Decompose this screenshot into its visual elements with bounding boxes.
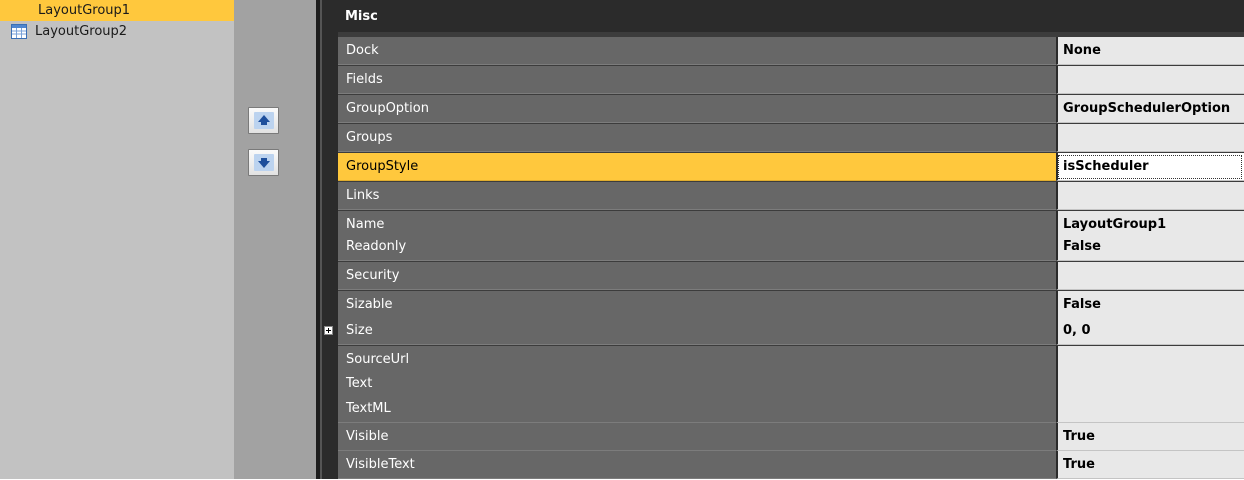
order-buttons-column (234, 0, 316, 479)
layout-group-icon (11, 24, 27, 39)
tree-item-label: LayoutGroup1 (38, 3, 131, 18)
property-row-dock[interactable]: Dock None (338, 37, 1244, 66)
property-value[interactable] (1056, 370, 1244, 398)
property-row-textml[interactable]: TextML (338, 395, 1244, 424)
property-value[interactable] (1056, 262, 1244, 290)
grid-margin (322, 0, 338, 479)
property-row-links[interactable]: Links (338, 182, 1244, 211)
property-row-sizable[interactable]: Sizable False (338, 291, 1244, 320)
property-row-fields[interactable]: Fields (338, 66, 1244, 95)
move-up-button[interactable] (248, 107, 279, 134)
property-value[interactable]: GroupSchedulerOption (1056, 95, 1244, 123)
property-name: GroupStyle (338, 153, 1056, 181)
property-name: Security (338, 262, 1056, 290)
property-name: Visible (338, 423, 1056, 451)
category-header-misc[interactable]: Misc (322, 0, 1244, 32)
category-label: Misc (345, 9, 378, 24)
property-name: TextML (338, 395, 1056, 423)
property-value-editor[interactable]: isScheduler (1056, 153, 1244, 181)
expand-icon[interactable] (324, 326, 333, 335)
property-grid: Misc Dock None Fields GroupOption GroupS… (316, 0, 1244, 479)
property-value[interactable] (1056, 124, 1244, 152)
property-value[interactable]: False (1056, 291, 1244, 319)
property-value[interactable]: False (1056, 233, 1244, 261)
property-row-security[interactable]: Security (338, 262, 1244, 291)
move-down-button[interactable] (248, 149, 279, 176)
property-name: VisibleText (338, 451, 1056, 479)
property-name: Links (338, 182, 1056, 210)
property-name: Dock (338, 37, 1056, 65)
property-value[interactable] (1056, 395, 1244, 423)
property-row-visible[interactable]: Visible True (338, 423, 1244, 452)
property-value[interactable]: None (1056, 37, 1244, 65)
arrow-down-icon (254, 154, 274, 171)
property-name: Sizable (338, 291, 1056, 319)
property-name: Readonly (338, 233, 1056, 261)
property-value[interactable]: True (1056, 423, 1244, 451)
property-value[interactable] (1056, 182, 1244, 210)
property-row-groupoption[interactable]: GroupOption GroupSchedulerOption (338, 95, 1244, 124)
property-row-groups[interactable]: Groups (338, 124, 1244, 153)
layout-group-list: LayoutGroup1 LayoutGroup2 (0, 0, 234, 479)
property-row-size[interactable]: Size 0, 0 (324, 317, 1244, 346)
property-row-visibletext[interactable]: VisibleText True (338, 451, 1244, 480)
arrow-up-icon (254, 112, 274, 129)
tree-item-layoutgroup2[interactable]: LayoutGroup2 (0, 21, 234, 42)
property-name: Text (338, 370, 1056, 398)
property-row-groupstyle[interactable]: GroupStyle isScheduler (338, 153, 1244, 182)
property-name: Fields (338, 66, 1056, 94)
property-value[interactable]: True (1056, 451, 1244, 479)
property-name: Size (338, 317, 1056, 345)
property-value[interactable] (1056, 66, 1244, 94)
property-name: GroupOption (338, 95, 1056, 123)
tree-item-label: LayoutGroup2 (35, 24, 128, 39)
property-name: Groups (338, 124, 1056, 152)
property-row-readonly[interactable]: Readonly False (338, 233, 1244, 262)
tree-item-layoutgroup1[interactable]: LayoutGroup1 (0, 0, 234, 21)
property-value[interactable]: 0, 0 (1056, 317, 1244, 345)
